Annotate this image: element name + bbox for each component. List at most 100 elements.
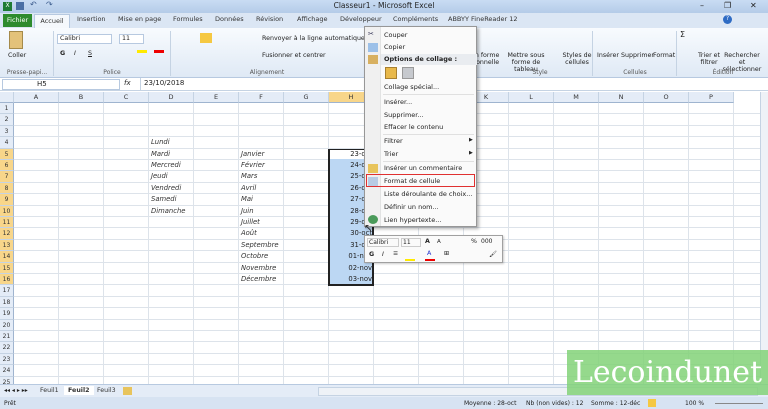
cell-F12[interactable]: Août (241, 229, 257, 237)
menu-paste-special[interactable]: Collage spécial... (384, 83, 439, 91)
tab-view[interactable]: Affichage (297, 15, 328, 23)
autosum-icon[interactable]: Σ (680, 30, 685, 39)
restore-button[interactable]: ❐ (724, 1, 731, 10)
mini-size-select[interactable]: 11 (401, 238, 421, 247)
row-header-24[interactable]: 24 (0, 365, 14, 377)
mini-font-select[interactable]: Calibri (367, 238, 399, 247)
grow-font-icon[interactable]: A (425, 238, 430, 245)
cell-F11[interactable]: Juillet (241, 218, 260, 226)
delete-cells-button[interactable]: Supprimer (621, 52, 654, 59)
cell-D10[interactable]: Dimanche (151, 207, 185, 215)
tab-page-layout[interactable]: Mise en page (118, 15, 161, 23)
column-header-E[interactable]: E (194, 92, 239, 103)
row-header-4[interactable]: 4 (0, 137, 14, 149)
tab-developer[interactable]: Développeur (340, 15, 382, 23)
row-header-13[interactable]: 13 (0, 239, 14, 252)
column-header-P[interactable]: P (689, 92, 734, 103)
row-header-15[interactable]: 15 (0, 262, 14, 274)
tab-home[interactable]: Accueil (34, 14, 70, 28)
mini-borders-icon[interactable]: ⊞ (444, 250, 449, 257)
zoom-slider[interactable] (715, 403, 763, 404)
menu-define-name[interactable]: Définir un nom... (384, 203, 439, 211)
row-header-3[interactable]: 3 (0, 125, 14, 138)
menu-clear-contents[interactable]: Effacer le contenu (384, 123, 443, 131)
row-header-17[interactable]: 17 (0, 285, 14, 297)
cell-D4[interactable]: Lundi (151, 138, 170, 146)
row-header-11[interactable]: 11 (0, 217, 14, 229)
row-header-8[interactable]: 8 (0, 182, 14, 195)
tab-file[interactable]: Fichier (3, 14, 32, 27)
help-icon[interactable]: ? (723, 15, 732, 24)
row-header-6[interactable]: 6 (0, 160, 14, 172)
column-header-M[interactable]: M (554, 92, 599, 103)
column-header-N[interactable]: N (599, 92, 644, 103)
sheet-tab-feuil1[interactable]: Feuil1 (36, 386, 63, 395)
row-header-25[interactable]: 25 (0, 376, 14, 384)
name-box[interactable]: H5 (2, 79, 120, 90)
sheet-nav-arrows-icon[interactable]: ◂◂ ◂ ▸ ▸▸ (4, 387, 28, 394)
cell-F16[interactable]: Décembre (241, 275, 276, 283)
row-header-18[interactable]: 18 (0, 296, 14, 309)
cell-D7[interactable]: Jeudi (151, 172, 168, 180)
row-header-14[interactable]: 14 (0, 251, 14, 263)
column-header-F[interactable]: F (239, 92, 284, 103)
select-all-corner[interactable] (0, 92, 14, 103)
merge-center-button[interactable]: Fusionner et centrer (262, 52, 326, 59)
sort-filter-button[interactable]: Trier et filtrer (697, 52, 721, 66)
tab-review[interactable]: Révision (256, 15, 283, 23)
menu-copy[interactable]: Copier (384, 43, 405, 51)
cell-F14[interactable]: Octobre (241, 252, 268, 260)
sheet-tab-feuil2[interactable]: Feuil2 (64, 386, 94, 395)
row-header-20[interactable]: 20 (0, 319, 14, 331)
column-header-C[interactable]: C (104, 92, 149, 103)
shrink-font-icon[interactable]: A (437, 239, 441, 245)
sheet-tab-feuil3[interactable]: Feuil3 (93, 386, 120, 395)
cell-F5[interactable]: Janvier (241, 150, 264, 158)
menu-insert-comment[interactable]: Insérer un commentaire (384, 164, 462, 172)
column-header-B[interactable]: B (59, 92, 104, 103)
cell-F13[interactable]: Septembre (241, 241, 279, 249)
tab-abbyy[interactable]: ABBYY FineReader 12 (448, 15, 518, 23)
row-header-5[interactable]: 5 (0, 148, 14, 160)
row-header-22[interactable]: 22 (0, 342, 14, 354)
tab-data[interactable]: Données (215, 15, 244, 23)
mini-bold-button[interactable]: G (369, 251, 374, 258)
row-header-1[interactable]: 1 (0, 103, 14, 115)
row-header-19[interactable]: 19 (0, 308, 14, 320)
vertical-scrollbar[interactable] (760, 92, 768, 384)
menu-cut[interactable]: Couper (384, 31, 407, 39)
mini-thousands-button[interactable]: 000 (481, 238, 492, 245)
cell-F15[interactable]: Novembre (241, 264, 276, 272)
row-header-21[interactable]: 21 (0, 331, 14, 343)
cell-D5[interactable]: Mardi (151, 150, 170, 158)
cell-styles-button[interactable]: Styles de cellules (562, 52, 592, 66)
tab-formulas[interactable]: Formules (173, 15, 203, 23)
paste-button[interactable]: Coller (8, 52, 26, 59)
font-name-select[interactable]: Calibri (57, 34, 112, 44)
mini-italic-button[interactable]: I (382, 251, 384, 258)
column-header-A[interactable]: A (14, 92, 59, 103)
menu-delete[interactable]: Supprimer... (384, 111, 424, 119)
row-header-23[interactable]: 23 (0, 353, 14, 366)
menu-sort[interactable]: Trier (384, 150, 398, 158)
align-bottom-icon[interactable] (200, 33, 212, 43)
paste-values-icon[interactable] (402, 67, 414, 79)
menu-filter[interactable]: Filtrer (384, 137, 403, 145)
new-sheet-icon[interactable] (123, 387, 132, 395)
mini-percent-button[interactable]: % (471, 238, 477, 245)
font-size-select[interactable]: 11 (119, 34, 144, 44)
cell-D8[interactable]: Vendredi (151, 184, 181, 192)
cell-H15[interactable]: 02-nov (329, 264, 374, 272)
row-header-2[interactable]: 2 (0, 114, 14, 126)
row-header-10[interactable]: 10 (0, 205, 14, 217)
cell-F7[interactable]: Mars (241, 172, 257, 180)
column-header-D[interactable]: D (149, 92, 194, 103)
cell-H16[interactable]: 03-nov (329, 275, 374, 283)
column-header-O[interactable]: O (644, 92, 689, 103)
normal-view-icon[interactable] (648, 399, 656, 407)
fill-color-icon[interactable] (137, 50, 147, 53)
row-header-12[interactable]: 12 (0, 228, 14, 240)
paste-icon[interactable] (9, 31, 23, 49)
mini-fill-color-icon[interactable] (405, 259, 415, 261)
cell-F6[interactable]: Février (241, 161, 265, 169)
